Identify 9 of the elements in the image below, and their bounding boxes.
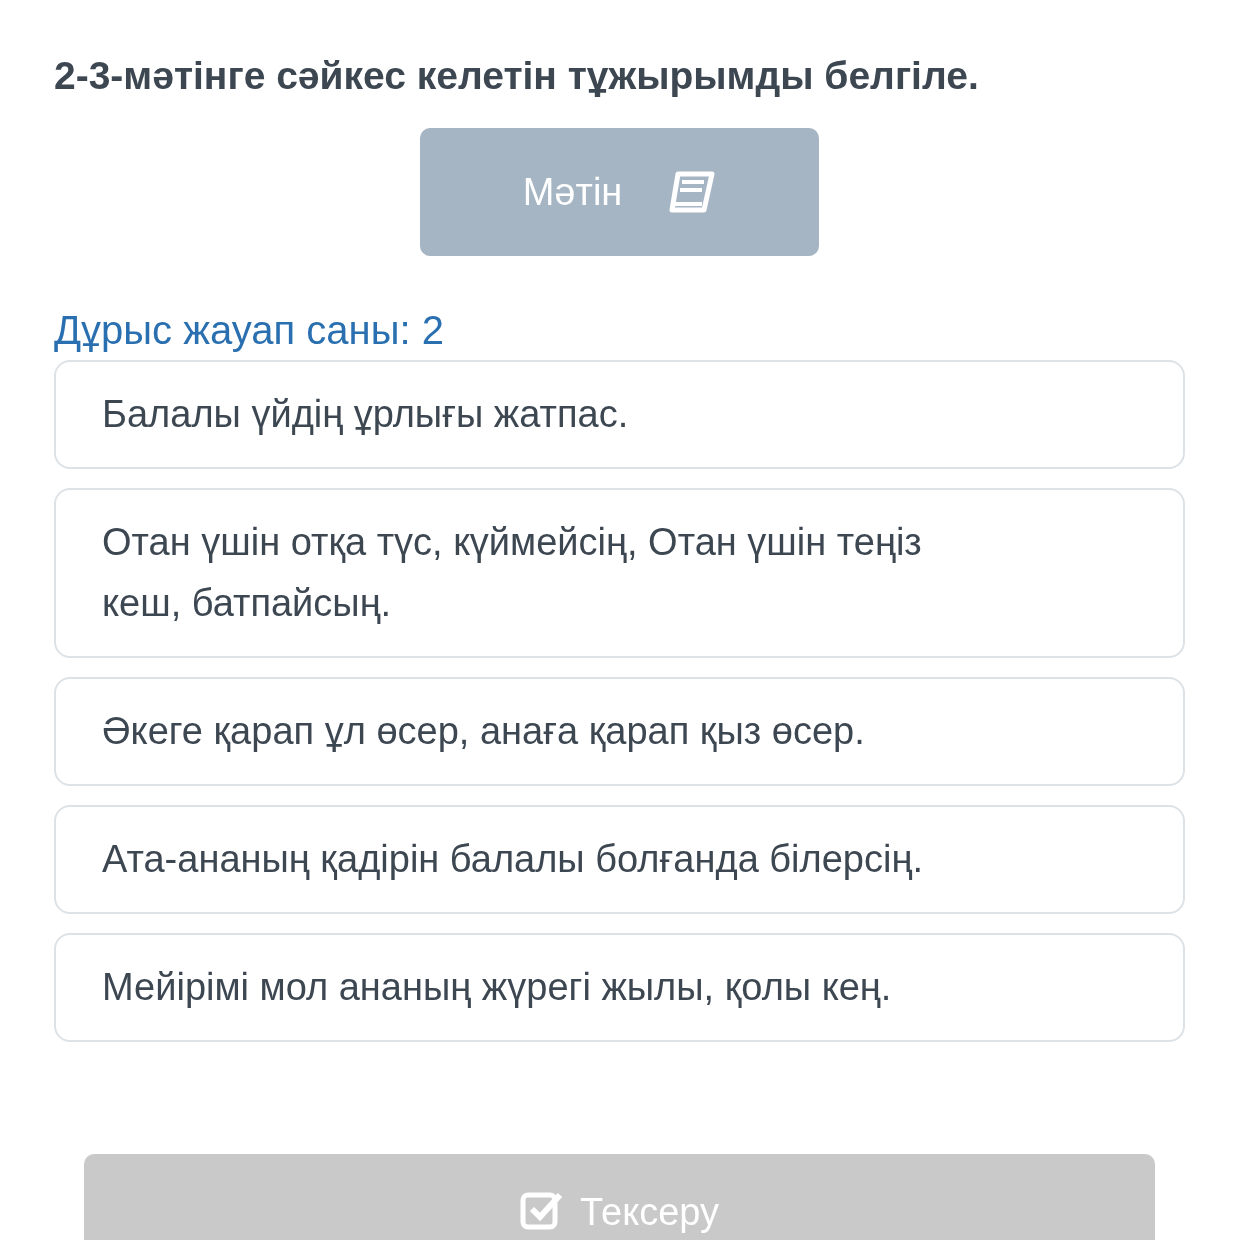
answer-option[interactable]: Ата-ананың қадірін балалы болғанда білерсің. [54,805,1185,914]
answer-option[interactable]: Балалы үйдің ұрлығы жатпас. [54,360,1185,469]
book-icon [668,170,717,214]
question-title: 2-3-мәтінге сәйкес келетін тұжырымды белгіле. [54,53,980,99]
checkbox-icon [519,1190,564,1230]
answer-count: Дұрыс жауап саны: 2 [54,307,445,354]
answer-option[interactable]: Отан үшін отқа түс, күймейсің, Отан үшін теңіз кеш, батпайсың. [54,488,1185,658]
answer-option[interactable]: Мейірімі мол ананың жүрегі жылы, қолы кең. [54,933,1185,1042]
answer-option[interactable]: Әкеге қарап ұл өсер, анаға қарап қыз өсер. [54,677,1185,786]
